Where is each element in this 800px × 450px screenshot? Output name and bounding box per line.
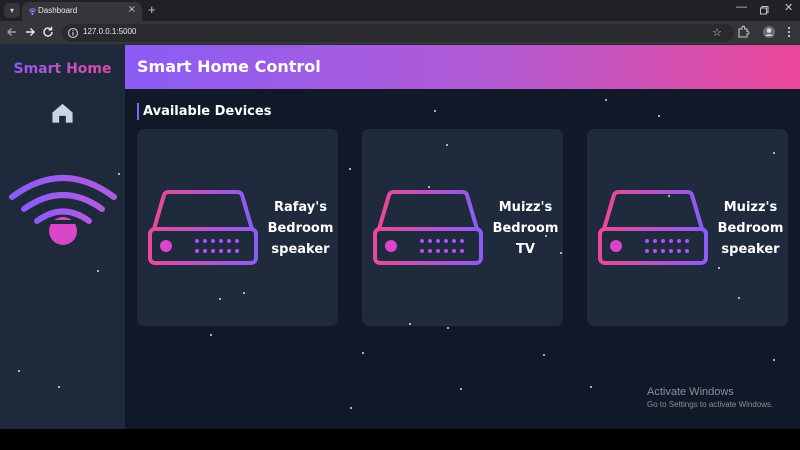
tab-search-icon[interactable]: ▾ — [4, 3, 20, 18]
device-card[interactable]: Muizz's Bedroom TV — [362, 129, 563, 326]
device-hub-icon — [148, 190, 258, 265]
browser-window: ▾ Dashboard × + — ✕ 127.0.0.1:5000 ☆ Sma… — [0, 0, 800, 429]
bookmark-star-icon[interactable]: ☆ — [712, 26, 722, 39]
extensions-icon[interactable] — [736, 25, 750, 39]
site-info-icon[interactable] — [67, 27, 79, 39]
device-name: Muizz's Bedroom speaker — [717, 200, 784, 257]
reload-icon[interactable] — [41, 25, 55, 39]
page-title: Smart Home Control — [137, 57, 321, 76]
url-text: 127.0.0.1:5000 — [83, 27, 137, 36]
tab-title: Dashboard — [38, 6, 78, 15]
brand-logo-text: Smart Home — [0, 61, 125, 77]
section-title: Available Devices — [137, 103, 271, 120]
smart-home-app: Smart Home Smart Home Control Available … — [0, 45, 800, 429]
profile-avatar[interactable] — [762, 25, 776, 39]
minimize-icon[interactable]: — — [736, 1, 747, 13]
new-tab-button[interactable]: + — [148, 2, 156, 17]
tab-bar: ▾ Dashboard × + — ✕ — [0, 0, 800, 21]
tab-dashboard[interactable]: Dashboard × — [22, 2, 142, 21]
activate-subtitle: Go to Settings to activate Windows. — [647, 400, 774, 409]
maximize-icon[interactable] — [760, 6, 769, 15]
back-icon[interactable] — [5, 25, 19, 39]
address-bar[interactable]: 127.0.0.1:5000 ☆ — [62, 24, 734, 42]
taskbar-strip — [0, 429, 800, 450]
device-card[interactable]: Muizz's Bedroom speaker — [587, 129, 788, 326]
forward-icon[interactable] — [23, 25, 37, 39]
device-name: Muizz's Bedroom TV — [492, 200, 559, 257]
device-card[interactable]: Rafay's Bedroom speaker — [137, 129, 338, 326]
device-hub-icon — [373, 190, 483, 265]
activate-title: Activate Windows — [647, 386, 734, 398]
page-header: Smart Home Control — [125, 45, 800, 89]
home-icon[interactable] — [51, 102, 74, 124]
browser-toolbar: 127.0.0.1:5000 ☆ — [0, 21, 800, 45]
device-hub-icon — [598, 190, 708, 265]
device-name: Rafay's Bedroom speaker — [267, 200, 334, 257]
close-window-icon[interactable]: ✕ — [784, 1, 793, 14]
wifi-favicon-icon — [28, 8, 37, 15]
wifi-icon — [9, 175, 117, 245]
tab-close-icon[interactable]: × — [128, 4, 136, 15]
menu-icon[interactable] — [782, 25, 796, 39]
windows-activation-watermark: Activate Windows Go to Settings to activ… — [647, 386, 773, 409]
